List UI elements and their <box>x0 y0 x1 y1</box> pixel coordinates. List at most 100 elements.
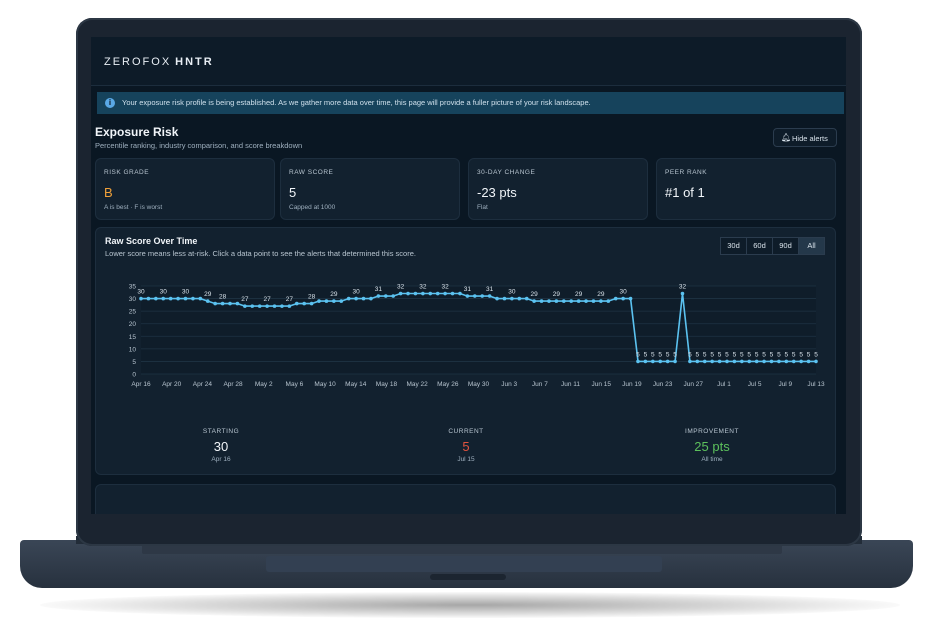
stat-starting: STARTING 30 Apr 16 <box>161 428 281 463</box>
data-label: 5 <box>696 351 700 358</box>
stat-label: STARTING <box>202 428 240 435</box>
card-note: Flat <box>477 204 488 211</box>
stat-label: IMPROVEMENT <box>685 428 739 435</box>
data-label: 32 <box>679 284 687 291</box>
top-bar: ZEROFOX HNTR <box>91 37 846 86</box>
data-point <box>176 296 180 301</box>
data-label: 5 <box>673 351 677 358</box>
panel-title: Raw Score Over Time <box>105 236 198 246</box>
laptop-trackpad <box>266 556 662 572</box>
data-point <box>569 299 574 303</box>
x-tick-label: Jul 5 <box>748 381 762 388</box>
data-label: 27 <box>263 296 271 303</box>
logo-text: ZEROFOX <box>104 56 172 68</box>
data-point <box>688 359 692 364</box>
app-logo[interactable]: ZEROFOX HNTR <box>104 56 214 68</box>
data-point <box>191 296 195 301</box>
card-note: Capped at 1000 <box>289 204 336 211</box>
data-point <box>791 359 796 364</box>
data-label: 29 <box>553 291 561 298</box>
x-tick-label: Jun 15 <box>591 381 611 388</box>
stat-value: 25 pts <box>694 439 730 454</box>
data-point <box>361 296 366 301</box>
card-raw-score: RAW SCORE 5 Capped at 1000 <box>280 158 460 220</box>
y-tick-label: 35 <box>129 284 137 291</box>
card-value: -23 pts <box>477 185 517 200</box>
hide-alerts-button[interactable]: 🔔︎ Hide alerts <box>773 128 837 147</box>
data-label: 30 <box>182 289 190 296</box>
data-label: 5 <box>777 351 781 358</box>
data-point <box>302 301 306 306</box>
data-point <box>243 304 247 308</box>
data-point <box>435 291 440 296</box>
data-point <box>317 299 321 303</box>
data-label: 5 <box>755 351 759 358</box>
data-point <box>309 301 314 306</box>
data-point <box>354 296 358 301</box>
data-label: 31 <box>464 286 472 293</box>
data-label: 5 <box>747 351 751 358</box>
stat-date: Apr 16 <box>211 456 231 463</box>
data-label: 30 <box>160 289 168 296</box>
data-label: 5 <box>710 351 714 358</box>
data-label: 30 <box>352 289 360 296</box>
data-point <box>532 299 536 303</box>
data-point <box>695 359 700 364</box>
y-tick-label: 5 <box>132 359 136 366</box>
data-point <box>257 304 262 308</box>
card-label: RAW SCORE <box>289 169 334 176</box>
range-30d-button[interactable]: 30d <box>720 237 747 255</box>
data-point <box>324 299 329 303</box>
x-tick-label: May 14 <box>345 381 367 388</box>
stat-value: 30 <box>213 439 229 454</box>
data-point <box>198 296 203 301</box>
data-label: 5 <box>651 351 655 358</box>
y-tick-label: 15 <box>129 334 137 341</box>
x-tick-label: Jun 27 <box>684 381 704 388</box>
data-point <box>235 301 240 306</box>
data-point <box>502 296 507 301</box>
data-label: 5 <box>733 351 737 358</box>
data-point <box>339 299 344 303</box>
banner-text: Your exposure risk profile is being esta… <box>122 98 591 107</box>
data-label: 5 <box>688 351 692 358</box>
range-all-button[interactable]: All <box>798 237 825 255</box>
data-point <box>495 296 499 301</box>
data-point <box>376 294 381 298</box>
x-tick-label: Jun 11 <box>561 381 580 388</box>
data-label: 28 <box>308 294 316 301</box>
data-label: 5 <box>725 351 729 358</box>
data-point <box>220 301 225 306</box>
data-point <box>754 359 759 364</box>
data-point <box>576 299 581 303</box>
data-label: 5 <box>718 351 722 358</box>
data-point <box>250 304 255 308</box>
data-point <box>413 291 418 296</box>
data-point <box>369 296 373 301</box>
data-point <box>213 301 217 306</box>
card-value: B <box>104 185 113 200</box>
data-point <box>732 359 737 364</box>
data-point <box>287 304 292 308</box>
x-tick-label: May 22 <box>406 381 428 388</box>
range-90d-button[interactable]: 90d <box>772 237 799 255</box>
data-label: 5 <box>785 351 789 358</box>
data-point <box>673 359 677 364</box>
range-60d-button[interactable]: 60d <box>746 237 773 255</box>
data-point <box>717 359 722 364</box>
data-label: 5 <box>799 351 803 358</box>
data-label: 32 <box>442 284 450 291</box>
y-tick-label: 20 <box>129 321 137 328</box>
data-point <box>643 359 648 364</box>
stat-current: CURRENT 5 Jul 15 <box>406 428 526 463</box>
stat-label: CURRENT <box>448 428 484 435</box>
data-point <box>547 299 551 303</box>
data-point <box>725 359 729 364</box>
card-label: 30-DAY CHANGE <box>477 169 536 176</box>
data-point <box>265 304 269 308</box>
data-point <box>332 299 336 303</box>
data-point <box>606 299 611 303</box>
data-point <box>554 299 559 303</box>
data-label: 5 <box>762 351 766 358</box>
card-value: #1 of 1 <box>665 185 705 200</box>
